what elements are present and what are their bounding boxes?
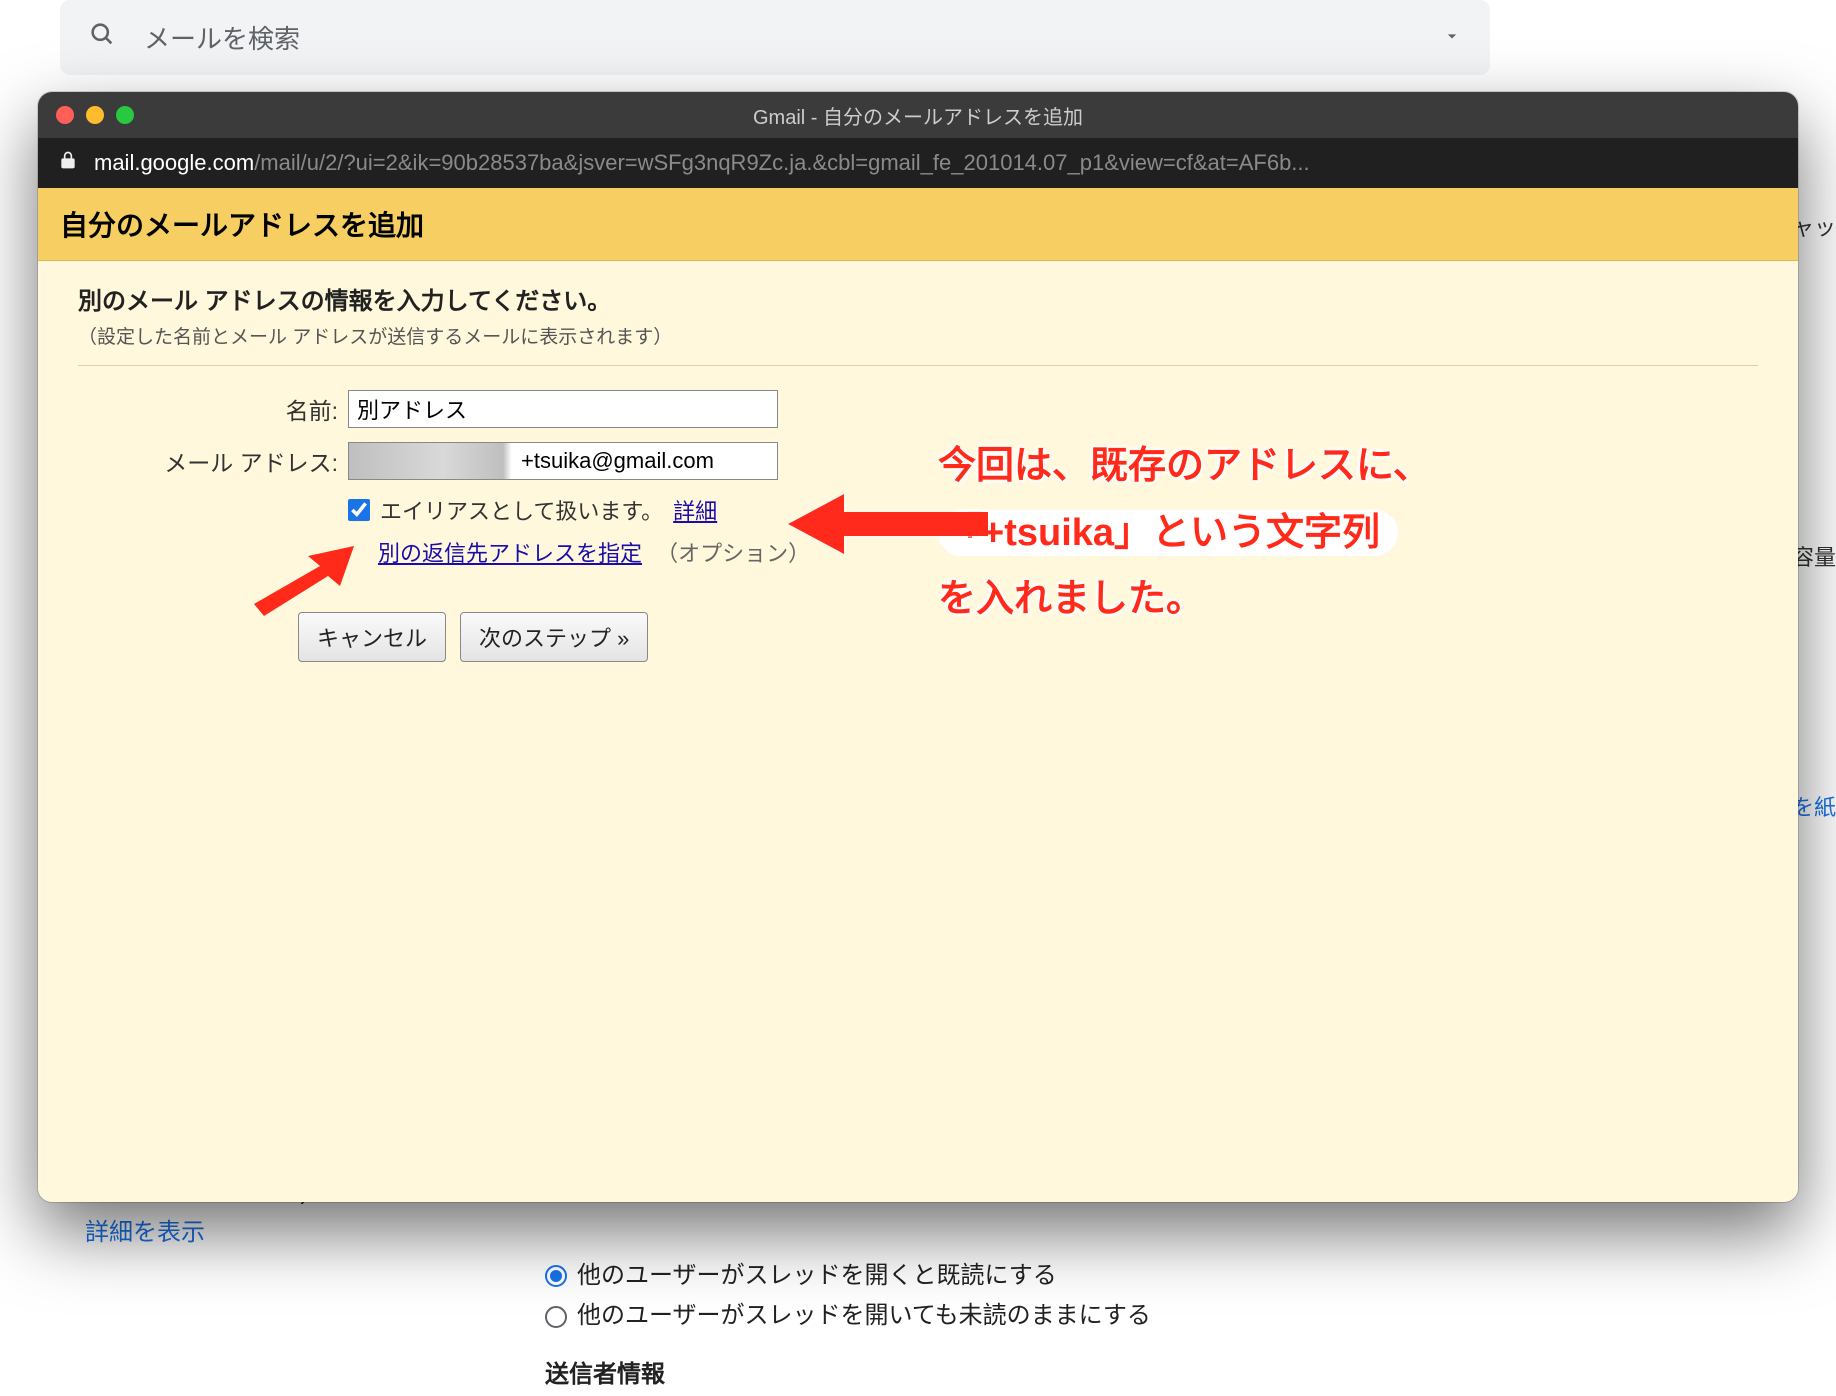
close-window-button[interactable] bbox=[56, 106, 74, 124]
minimize-window-button[interactable] bbox=[86, 106, 104, 124]
show-details-link[interactable]: 詳細を表示 bbox=[85, 1213, 309, 1254]
url-host: mail.google.com bbox=[94, 150, 254, 176]
popup-window: Gmail - 自分のメールアドレスを追加 mail.google.com/ma… bbox=[38, 92, 1798, 1202]
sender-info-heading: 送信者情報 bbox=[545, 1355, 1836, 1396]
popup-content: 自分のメールアドレスを追加 別のメール アドレスの情報を入力してください。 （設… bbox=[38, 188, 1798, 1202]
subnote-text: （設定した名前とメール アドレスが送信するメールに表示されます） bbox=[78, 322, 1758, 349]
radio-label: 他のユーザーがスレッドを開くと既読にする bbox=[577, 1256, 1057, 1297]
alias-label: エイリアスとして扱います。 bbox=[380, 494, 663, 526]
url-path: /mail/u/2/?ui=2&ik=90b28537ba&jsver=wSFg… bbox=[254, 150, 1309, 176]
cancel-button[interactable]: キャンセル bbox=[298, 612, 446, 662]
bg-text-fragment: 容量 bbox=[1792, 540, 1836, 572]
divider bbox=[78, 365, 1758, 366]
radio-mark-read[interactable] bbox=[545, 1265, 567, 1287]
bg-text-fragment: を紙 bbox=[1792, 790, 1836, 822]
url-bar[interactable]: mail.google.com/mail/u/2/?ui=2&ik=90b285… bbox=[38, 138, 1798, 188]
name-input[interactable] bbox=[348, 390, 778, 428]
email-label: メール アドレス: bbox=[78, 444, 348, 478]
instruction-text: 別のメール アドレスの情報を入力してください。 bbox=[78, 281, 1758, 316]
next-step-button[interactable]: 次のステップ » bbox=[460, 612, 648, 662]
search-icon bbox=[88, 20, 116, 55]
traffic-lights bbox=[56, 106, 134, 124]
alias-details-link[interactable]: 詳細 bbox=[673, 494, 717, 526]
page-title: 自分のメールアドレスを追加 bbox=[38, 188, 1798, 261]
radio-label: 他のユーザーがスレッドを開いても未読のままにする bbox=[577, 1296, 1151, 1337]
reply-to-optional: （オプション） bbox=[656, 541, 810, 566]
name-label: 名前: bbox=[78, 392, 348, 426]
reply-to-link[interactable]: 別の返信先アドレスを指定 bbox=[378, 541, 642, 566]
zoom-window-button[interactable] bbox=[116, 106, 134, 124]
background-settings-fragment: きるようになります) 詳細を表示 既読にする 他のユーザーがスレッドを開くと既読… bbox=[85, 1172, 1836, 1382]
radio-keep-unread[interactable] bbox=[545, 1306, 567, 1328]
dropdown-icon[interactable] bbox=[1442, 22, 1462, 53]
lock-icon bbox=[58, 150, 78, 176]
alias-checkbox[interactable] bbox=[348, 499, 370, 521]
bg-text-fragment: ャッ bbox=[1792, 210, 1836, 242]
email-input[interactable] bbox=[348, 442, 778, 480]
window-title: Gmail - 自分のメールアドレスを追加 bbox=[38, 101, 1798, 130]
window-titlebar: Gmail - 自分のメールアドレスを追加 bbox=[38, 92, 1798, 138]
search-bar[interactable]: メールを検索 bbox=[60, 0, 1490, 75]
search-placeholder: メールを検索 bbox=[144, 19, 300, 56]
